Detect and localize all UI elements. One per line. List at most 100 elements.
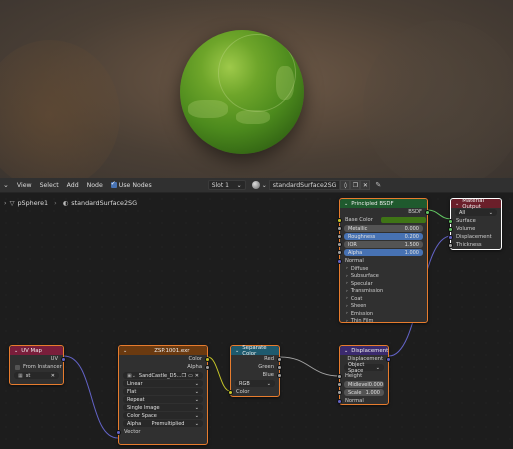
input-base-color: Base Color [337,216,427,224]
target-dropdown[interactable]: All ⌄ [455,209,497,216]
input-socket[interactable] [448,226,453,232]
panel-emission[interactable]: › Emission [340,310,427,318]
chevron-down-icon[interactable]: ⌄ [14,348,18,354]
duplicate-icon[interactable]: ❐ [182,373,186,379]
source-dropdown[interactable]: Single Image ⌄ [123,404,203,411]
breadcrumb-material[interactable]: standardSurface2SG [71,199,137,207]
3d-viewport[interactable] [0,0,513,178]
panel-transmission[interactable]: › Transmission [340,288,427,296]
material-selector[interactable]: ⌄ standardSurface2SG ◊ ❐ ✕ [251,180,371,190]
input-socket[interactable] [448,218,453,224]
output-socket[interactable] [425,209,430,215]
panel-coat[interactable]: › Coat [340,295,427,303]
node-uv-map[interactable]: ⌄ UV Map UV From Instancer ▦ st ✕ [9,345,66,385]
alpha-field[interactable]: Alpha 1.000 [337,249,423,256]
output-socket[interactable] [205,364,210,370]
chevron-down-icon[interactable]: ⌄ [455,201,459,207]
output-socket[interactable] [61,356,66,362]
output-socket[interactable] [277,356,282,362]
input-socket[interactable] [448,234,453,240]
node-principled-bsdf[interactable]: ⌄ Principled BSDF BSDF Base Color Metall… [337,198,430,326]
panel-subsurface[interactable]: › Subsurface [340,273,427,281]
image-selector[interactable]: ▣⌄ SandCastle_D5... ❐ ▭ ✕ [123,372,203,379]
panel-diffuse[interactable]: › Diffuse [340,265,427,273]
checkbox[interactable] [15,364,20,370]
node-header[interactable]: ⌄ Separate Color [231,345,279,357]
close-icon[interactable]: ✕ [51,373,55,379]
checkbox-label: From Instancer [23,364,62,370]
output-socket[interactable] [205,356,210,362]
roughness-field[interactable]: Roughness 0.200 [337,233,423,240]
node-header[interactable]: ⌄ Principled BSDF [340,199,427,208]
chevron-down-icon[interactable]: ⌄ [344,201,348,207]
editor-type-icon[interactable]: ⌄ [3,181,9,189]
input-socket[interactable] [337,250,342,255]
slot-dropdown[interactable]: Slot 1 ⌄ [207,180,246,190]
image-icon[interactable]: ▣⌄ [127,373,136,379]
menu-node[interactable]: Node [87,182,103,189]
node-image-texture[interactable]: ⌄ ZSP.1001.exr Color Alpha ▣⌄ SandCastle_… [116,345,210,445]
menu-view[interactable]: View [17,182,32,189]
scale-field[interactable]: Scale 1.000 [337,389,384,396]
ior-field[interactable]: IOR 1.500 [337,241,423,248]
extension-dropdown[interactable]: Repeat ⌄ [123,396,203,403]
input-socket[interactable] [337,398,342,404]
alpha-mode-dropdown[interactable]: Alpha Premultiplied ⌄ [123,420,203,427]
pin-icon[interactable]: ✎ [375,181,381,189]
close-icon[interactable]: ✕ [195,373,199,379]
panel-thin-film[interactable]: › Thin Film [340,318,427,326]
input-socket[interactable] [337,258,342,264]
input-socket[interactable] [337,217,342,223]
input-socket[interactable] [337,373,342,379]
metallic-field[interactable]: Metallic 0.000 [337,225,423,232]
input-socket[interactable] [337,242,342,247]
chevron-down-icon[interactable]: ⌄ [235,348,239,354]
uv-map-field[interactable]: ▦ st ✕ [14,372,59,379]
menu-select[interactable]: Select [40,182,59,189]
node-header[interactable]: ⌄ ZSP.1001.exr [119,346,207,355]
base-color-swatch[interactable] [380,217,426,223]
color-space-dropdown[interactable]: Color Space ⌄ [123,412,203,419]
node-displacement[interactable]: ⌄ Displacement Displacement Object Space… [337,345,391,405]
input-socket[interactable] [337,382,342,387]
input-socket[interactable] [448,242,453,248]
use-nodes-toggle[interactable]: Use Nodes [110,180,152,189]
use-nodes-checkbox[interactable] [110,180,117,188]
panel-sheen[interactable]: › Sheen [340,303,427,311]
duplicate-icon[interactable]: ❐ [350,180,361,190]
chevron-down-icon[interactable]: ⌄ [344,348,348,354]
close-icon[interactable]: ✕ [360,180,371,190]
output-socket[interactable] [386,356,391,362]
input-socket[interactable] [337,234,342,239]
node-header[interactable]: ⌄ UV Map [10,346,63,355]
input-socket[interactable] [337,226,342,231]
projection-dropdown[interactable]: Flat ⌄ [123,388,203,395]
folder-icon[interactable]: ▭ [188,373,193,379]
chevron-down-icon: ⌄ [194,396,199,403]
input-socket[interactable] [228,389,233,395]
socket-label: Alpha [187,364,202,370]
output-socket[interactable] [277,364,282,370]
midlevel-field[interactable]: Midlevel 0.000 [337,381,384,388]
shield-icon[interactable]: ◊ [340,180,351,190]
space-dropdown[interactable]: Object Space ⌄ [344,362,384,374]
input-socket[interactable] [337,390,342,395]
material-name-field[interactable]: standardSurface2SG [268,180,341,190]
node-header[interactable]: ⌄ Material Output [451,198,501,210]
socket-label: Thickness [456,242,482,248]
chevron-down-icon[interactable]: ⌄ [123,348,127,354]
mode-dropdown[interactable]: RGB ⌄ [235,380,275,387]
interpolation-dropdown[interactable]: Linear ⌄ [123,380,203,387]
menu-add[interactable]: Add [67,182,79,189]
chevron-right-icon[interactable]: › [4,199,7,207]
input-socket[interactable] [116,429,121,435]
from-instancer-toggle[interactable]: From Instancer [10,363,63,371]
node-material-output[interactable]: ⌄ Material Output All ⌄ Surface Volume Di… [448,198,502,250]
node-separate-color[interactable]: ⌄ Separate Color Red Green Blue RGB ⌄ Col… [228,345,282,397]
panel-specular[interactable]: › Specular [340,280,427,288]
output-socket[interactable] [277,372,282,378]
node-editor-canvas[interactable]: › ▽ pSphere1 › ◐ standardSurface2SG ⌄ Pr… [0,193,513,449]
material-sphere-icon[interactable] [251,181,260,189]
node-header[interactable]: ⌄ Displacement [340,346,388,355]
breadcrumb-object[interactable]: pSphere1 [17,199,48,207]
